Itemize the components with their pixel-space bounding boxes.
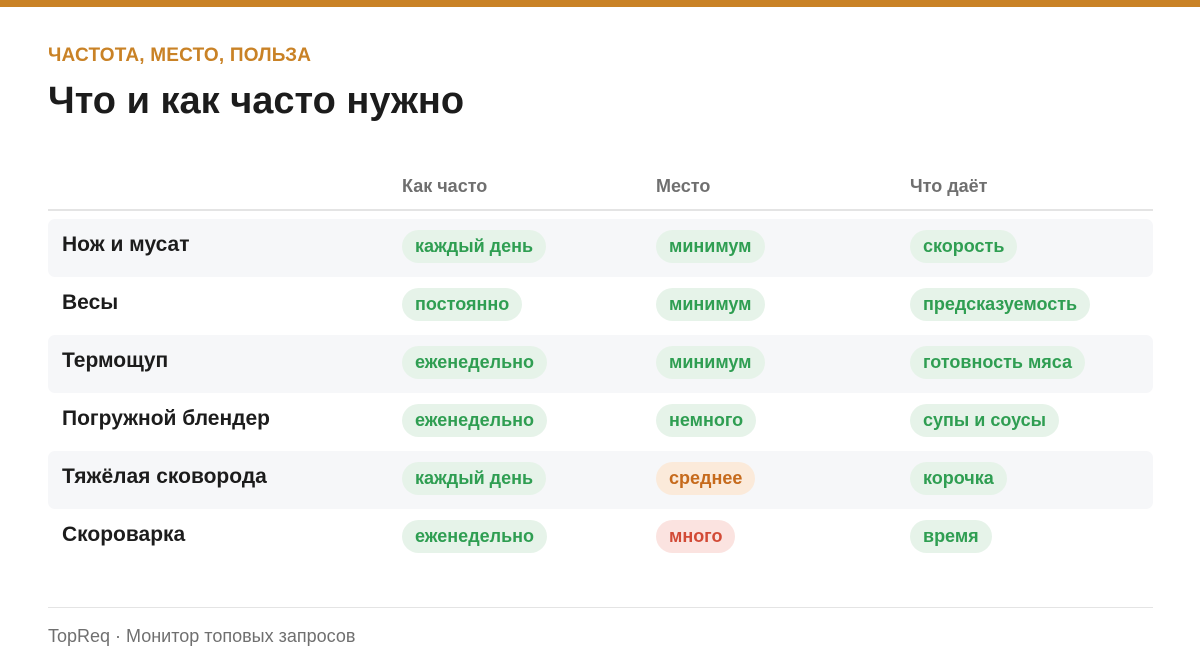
frequency-pill: еженедельно bbox=[402, 404, 547, 437]
table-row: Нож и мусат каждый день минимум скорость bbox=[48, 219, 1153, 277]
benefit-pill: предсказуемость bbox=[910, 288, 1091, 321]
space-pill: минимум bbox=[656, 346, 765, 379]
table-row: Термощуп еженедельно минимум готовность … bbox=[48, 335, 1153, 393]
frequency-pill: постоянно bbox=[402, 288, 523, 321]
row-label: Нож и мусат bbox=[62, 233, 190, 256]
row-label: Погружной блендер bbox=[62, 407, 271, 430]
table-row: Тяжёлая сковорода каждый день среднее ко… bbox=[48, 451, 1153, 509]
table-row: Скороварка еженедельно много время bbox=[48, 509, 1153, 567]
frequency-pill: каждый день bbox=[402, 462, 547, 495]
frequency-pill: каждый день bbox=[402, 230, 547, 263]
page-title: Что и как часто нужно bbox=[48, 80, 465, 122]
row-label: Весы bbox=[62, 291, 119, 314]
comparison-table: Как часто Место Что даёт Нож и мусат каж… bbox=[48, 162, 1153, 567]
benefit-pill: корочка bbox=[910, 462, 1007, 495]
kicker: ЧАСТОТА, МЕСТО, ПОЛЬЗА bbox=[48, 45, 312, 66]
table-row: Весы постоянно минимум предсказуемость bbox=[48, 277, 1153, 335]
space-pill: среднее bbox=[656, 462, 756, 495]
footer-divider bbox=[48, 607, 1153, 608]
benefit-pill: готовность мяса bbox=[910, 346, 1086, 379]
table-row: Погружной блендер еженедельно немного су… bbox=[48, 393, 1153, 451]
frequency-pill: еженедельно bbox=[402, 520, 547, 553]
space-pill: много bbox=[656, 520, 736, 553]
benefit-pill: скорость bbox=[910, 230, 1018, 263]
benefit-pill: время bbox=[910, 520, 992, 553]
footer-source: TopReq · Монитор топовых запросов bbox=[48, 626, 356, 646]
table-header: Как часто Место Что даёт bbox=[48, 162, 1153, 211]
row-label: Тяжёлая сковорода bbox=[62, 465, 267, 488]
frequency-pill: еженедельно bbox=[402, 346, 547, 379]
space-pill: минимум bbox=[656, 288, 765, 321]
top-accent-bar bbox=[0, 0, 1200, 7]
row-label: Термощуп bbox=[62, 349, 169, 372]
table-body: Нож и мусат каждый день минимум скорость… bbox=[48, 219, 1153, 567]
column-header-space: Место bbox=[656, 176, 711, 196]
column-header-benefit: Что даёт bbox=[910, 176, 988, 196]
space-pill: немного bbox=[656, 404, 757, 437]
benefit-pill: супы и соусы bbox=[910, 404, 1060, 437]
column-header-frequency: Как часто bbox=[402, 176, 488, 196]
row-label: Скороварка bbox=[62, 523, 186, 546]
space-pill: минимум bbox=[656, 230, 765, 263]
